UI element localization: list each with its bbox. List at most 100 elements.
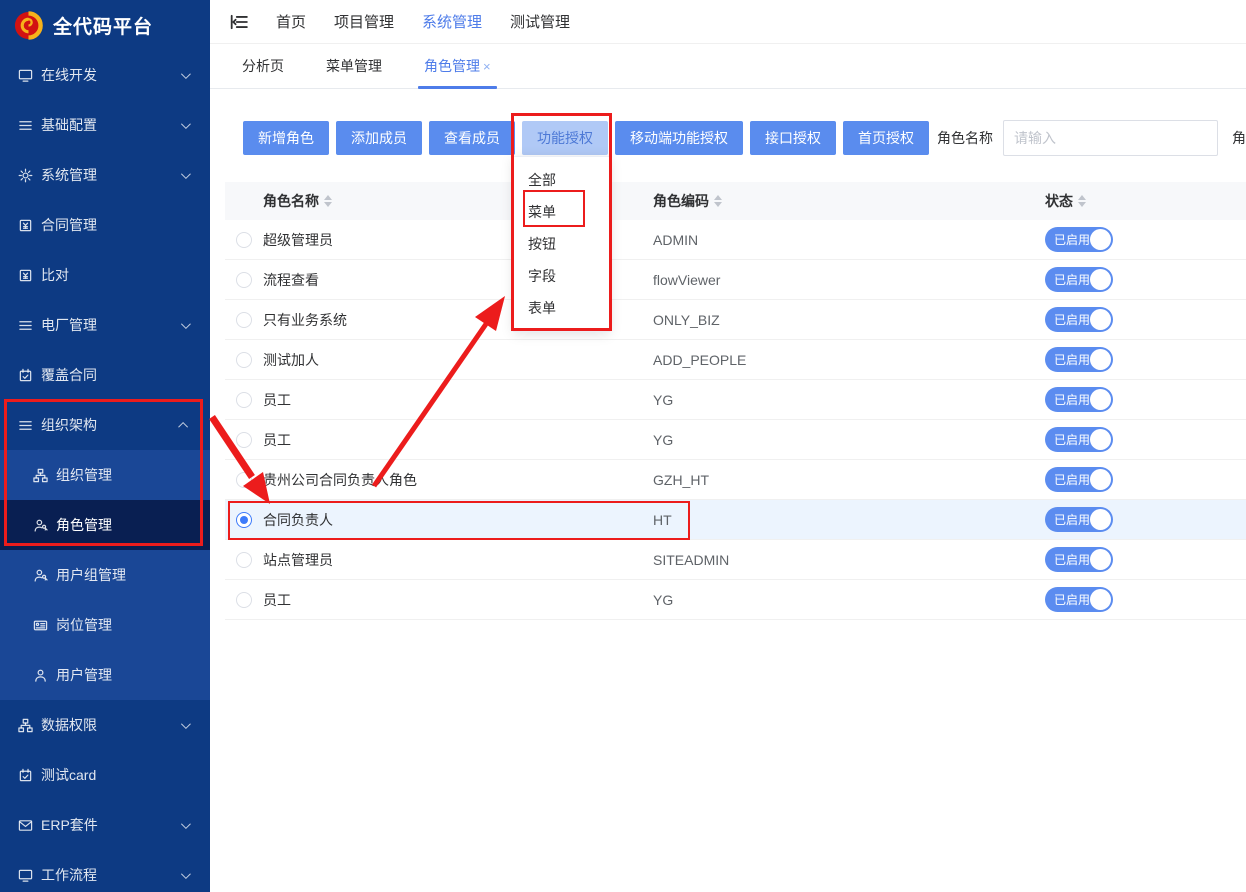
role-code-cell: SITEADMIN [653, 552, 1045, 568]
status-toggle[interactable]: 已启用 [1045, 267, 1113, 292]
status-toggle[interactable]: 已启用 [1045, 347, 1113, 372]
table-row-2[interactable]: 只有业务系统ONLY_BIZ已启用 [225, 300, 1246, 340]
status-toggle[interactable]: 已启用 [1045, 507, 1113, 532]
toolbar-buttons: 新增角色添加成员查看成员功能授权移动端功能授权接口授权首页授权 [243, 121, 936, 155]
row-radio[interactable] [236, 592, 252, 608]
nav-item-test-mgmt[interactable]: 测试管理 [510, 11, 570, 32]
row-radio[interactable] [236, 352, 252, 368]
sidebar-item-role-mgmt[interactable]: 角色管理 [0, 500, 210, 550]
table-row-9[interactable]: 员工YG已启用 [225, 580, 1246, 620]
sidebar-item-user-mgmt[interactable]: 用户管理 [0, 650, 210, 700]
sidebar-item-workflow[interactable]: 工作流程 [0, 850, 210, 892]
table-row-0[interactable]: 超级管理员ADMIN已启用 [225, 220, 1246, 260]
menu-fold-icon[interactable] [230, 13, 248, 31]
chevron-down-icon [181, 69, 191, 79]
function-auth-button[interactable]: 功能授权 [522, 121, 608, 155]
sidebar-item-label: ERP套件 [41, 815, 98, 835]
row-radio-cell [225, 392, 263, 408]
row-radio[interactable] [236, 272, 252, 288]
dropdown-item-form[interactable]: 表单 [514, 292, 609, 324]
sidebar-item-post-mgmt[interactable]: 岗位管理 [0, 600, 210, 650]
table-row-4[interactable]: 员工YG已启用 [225, 380, 1246, 420]
sidebar-item-compare[interactable]: 比对 [0, 250, 210, 300]
mobile-function-auth-button[interactable]: 移动端功能授权 [615, 121, 743, 155]
toggle-knob [1090, 229, 1111, 250]
row-radio[interactable] [236, 432, 252, 448]
row-radio[interactable] [236, 552, 252, 568]
sidebar-item-user-group-mgmt[interactable]: 用户组管理 [0, 550, 210, 600]
row-radio[interactable] [236, 392, 252, 408]
role-code-cell: HT [653, 512, 1045, 528]
table-row-3[interactable]: 测试加人ADD_PEOPLE已启用 [225, 340, 1246, 380]
add-member-button[interactable]: 添加成员 [336, 121, 422, 155]
table-row-7[interactable]: 合同负责人HT已启用 [225, 500, 1246, 540]
dropdown-item-button[interactable]: 按钮 [514, 228, 609, 260]
table-row-8[interactable]: 站点管理员SITEADMIN已启用 [225, 540, 1246, 580]
view-member-button[interactable]: 查看成员 [429, 121, 515, 155]
status-toggle[interactable]: 已启用 [1045, 227, 1113, 252]
nav-item-system-mgmt[interactable]: 系统管理 [422, 11, 482, 32]
status-toggle[interactable]: 已启用 [1045, 307, 1113, 332]
sidebar-item-label: 电厂管理 [41, 315, 97, 335]
row-radio[interactable] [236, 512, 252, 528]
sidebar-item-label: 工作流程 [41, 865, 97, 885]
status-toggle[interactable]: 已启用 [1045, 427, 1113, 452]
sidebar-item-label: 组织架构 [41, 415, 97, 435]
sidebar-item-system-mgmt[interactable]: 系统管理 [0, 150, 210, 200]
sidebar-item-online-dev[interactable]: 在线开发 [0, 50, 210, 100]
sort-caret-icon[interactable] [714, 195, 722, 207]
sidebar-item-basic-config[interactable]: 基础配置 [0, 100, 210, 150]
sort-caret-icon[interactable] [324, 195, 332, 207]
tab-role-mgmt[interactable]: 角色管理× [420, 44, 495, 88]
sidebar-item-plant-mgmt[interactable]: 电厂管理 [0, 300, 210, 350]
role-name-input[interactable] [1003, 120, 1218, 156]
row-radio[interactable] [236, 232, 252, 248]
table-row-6[interactable]: 贵州公司合同负责人角色GZH_HT已启用 [225, 460, 1246, 500]
sidebar-item-org-mgmt[interactable]: 组织管理 [0, 450, 210, 500]
status-toggle-label: 已启用 [1045, 391, 1090, 408]
main-column: 首页 项目管理 系统管理 测试管理 分析页 菜单管理角色管理× 新增角色添加成员查看成员… [210, 0, 1246, 892]
sidebar-item-cover-contract[interactable]: 覆盖合同 [0, 350, 210, 400]
nav-item-home[interactable]: 首页 [276, 11, 306, 32]
status-toggle-label: 已启用 [1045, 591, 1090, 608]
role-code-cell: ADD_PEOPLE [653, 352, 1045, 368]
dropdown-item-all[interactable]: 全部 [514, 164, 609, 196]
tab-menu-mgmt[interactable]: 菜单管理 [322, 44, 386, 88]
status-toggle[interactable]: 已启用 [1045, 547, 1113, 572]
toolbar: 新增角色添加成员查看成员功能授权移动端功能授权接口授权首页授权 角色名称 角 [243, 120, 1246, 156]
status-toggle[interactable]: 已启用 [1045, 587, 1113, 612]
sort-caret-icon[interactable] [1078, 195, 1086, 207]
sidebar-item-org-structure[interactable]: 组织架构 [0, 400, 210, 450]
api-auth-button[interactable]: 接口授权 [750, 121, 836, 155]
sidebar-item-contract-mgmt[interactable]: 合同管理 [0, 200, 210, 250]
monitor-icon [18, 868, 33, 883]
status-toggle-label: 已启用 [1045, 551, 1090, 568]
sidebar-item-label: 用户管理 [56, 665, 112, 685]
home-auth-button[interactable]: 首页授权 [843, 121, 929, 155]
status-cell: 已启用 [1045, 587, 1246, 612]
status-toggle[interactable]: 已启用 [1045, 387, 1113, 412]
dropdown-item-field[interactable]: 字段 [514, 260, 609, 292]
table-row-5[interactable]: 员工YG已启用 [225, 420, 1246, 460]
table-row-1[interactable]: 流程查看flowViewer已启用 [225, 260, 1246, 300]
nav-item-project-mgmt[interactable]: 项目管理 [334, 11, 394, 32]
status-toggle[interactable]: 已启用 [1045, 467, 1113, 492]
contract-icon [18, 268, 33, 283]
person-icon [33, 668, 48, 683]
toggle-knob [1090, 309, 1111, 330]
tab-label: 分析页 [242, 56, 284, 76]
row-radio[interactable] [236, 472, 252, 488]
row-radio[interactable] [236, 312, 252, 328]
sidebar-item-data-permission[interactable]: 数据权限 [0, 700, 210, 750]
contract-icon [18, 218, 33, 233]
row-radio-cell [225, 472, 263, 488]
tab-close-icon[interactable]: × [483, 59, 491, 74]
sidebar-item-erp-suite[interactable]: ERP套件 [0, 800, 210, 850]
roles-table: 角色名称角色编码状态 超级管理员ADMIN已启用流程查看flowViewer已启… [225, 182, 1246, 620]
tab-analysis[interactable]: 分析页 [238, 44, 288, 88]
dropdown-item-menu[interactable]: 菜单 [514, 196, 609, 228]
add-role-button[interactable]: 新增角色 [243, 121, 329, 155]
chevron-down-icon [181, 169, 191, 179]
sidebar-item-test-card[interactable]: 测试card [0, 750, 210, 800]
sidebar: 全代码平台 在线开发基础配置系统管理合同管理比对电厂管理覆盖合同组织架构组织管理… [0, 0, 210, 892]
